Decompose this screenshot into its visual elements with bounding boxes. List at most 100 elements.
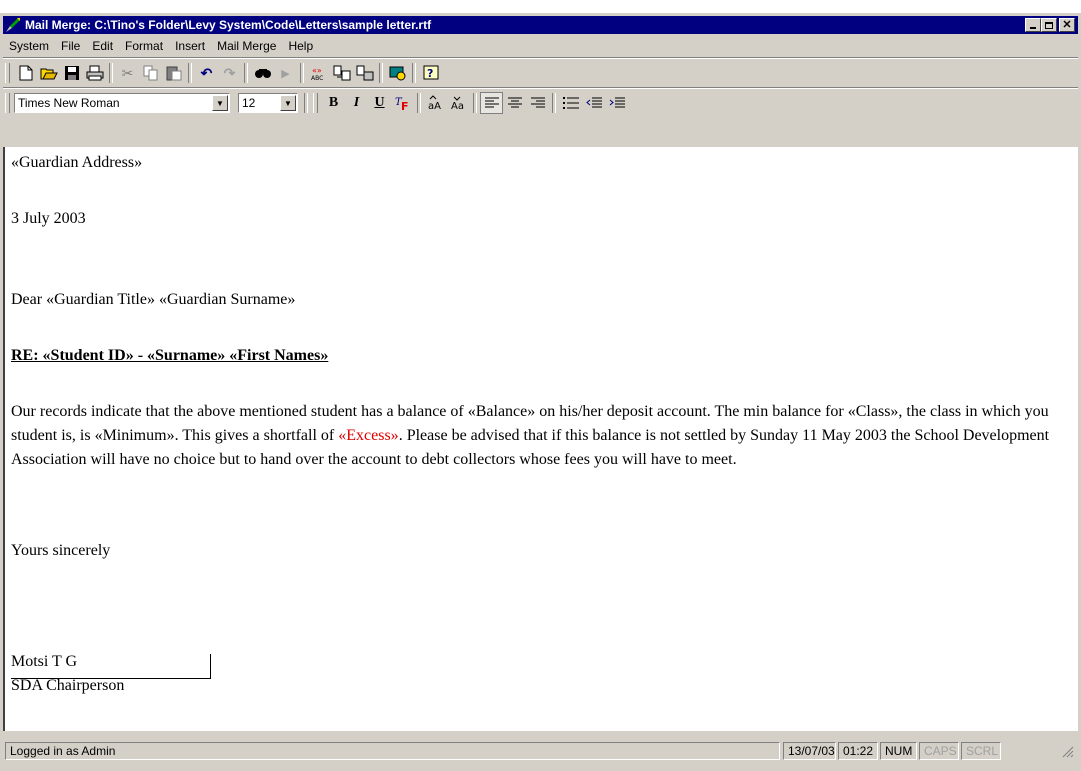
font-color-button[interactable]: TF bbox=[391, 92, 414, 114]
merge-field-button[interactable] bbox=[330, 62, 353, 84]
decrease-indent-button[interactable] bbox=[582, 92, 605, 114]
toolbar-grip[interactable] bbox=[5, 93, 10, 113]
document-editor[interactable]: «Guardian Address» 3 July 2003 Dear «Gua… bbox=[3, 147, 1078, 731]
size-dropdown-button[interactable]: ▼ bbox=[280, 95, 296, 111]
underline-icon: U bbox=[374, 95, 385, 110]
excess-field: «Excess» bbox=[338, 427, 399, 444]
menu-bar: System File Edit Format Insert Mail Merg… bbox=[3, 36, 319, 55]
bold-button[interactable]: B bbox=[322, 92, 345, 114]
status-num: NUM bbox=[880, 742, 917, 760]
menu-file[interactable]: File bbox=[55, 39, 86, 53]
signer-title: SDA Chairperson bbox=[11, 677, 125, 694]
copy-button[interactable] bbox=[139, 62, 162, 84]
paste-icon bbox=[166, 66, 181, 81]
superscript-icon: aA bbox=[428, 95, 441, 111]
open-icon bbox=[40, 68, 58, 80]
subscript-button[interactable]: Aa bbox=[447, 92, 470, 114]
redo-button[interactable]: ↷ bbox=[218, 62, 241, 84]
underline-button[interactable]: U bbox=[368, 92, 391, 114]
toolbar-separator bbox=[552, 93, 556, 113]
merge-all-button[interactable] bbox=[353, 62, 376, 84]
chevron-down-icon: ▼ bbox=[284, 98, 292, 108]
svg-text:?: ? bbox=[427, 67, 433, 80]
undo-icon: ↶ bbox=[200, 64, 213, 81]
svg-text:Aa: Aa bbox=[451, 101, 464, 111]
spell-icon: «»ABC bbox=[311, 66, 323, 81]
font-dropdown-button[interactable]: ▼ bbox=[212, 95, 228, 111]
superscript-button[interactable]: aA bbox=[424, 92, 447, 114]
find-icon bbox=[254, 69, 271, 78]
align-center-icon bbox=[507, 97, 522, 108]
maximize-icon bbox=[1045, 21, 1053, 29]
copy-icon bbox=[143, 65, 157, 81]
align-center-button[interactable] bbox=[503, 92, 526, 114]
increase-indent-button[interactable] bbox=[605, 92, 628, 114]
menu-system[interactable]: System bbox=[3, 39, 55, 53]
paste-button[interactable] bbox=[162, 62, 185, 84]
toolbar-grip[interactable] bbox=[5, 63, 10, 83]
menu-format[interactable]: Format bbox=[119, 39, 169, 53]
letter-body: Our records indicate that the above ment… bbox=[11, 400, 1051, 472]
undo-button[interactable]: ↶ bbox=[195, 62, 218, 84]
find-button[interactable] bbox=[251, 62, 274, 84]
svg-text:«»: «» bbox=[312, 66, 322, 75]
toolbar-separator-line bbox=[3, 87, 1078, 89]
salutation: Dear «Guardian Title» «Guardian Surname» bbox=[11, 291, 296, 308]
status-date: 13/07/03 bbox=[783, 742, 836, 760]
align-right-button[interactable] bbox=[526, 92, 549, 114]
open-button[interactable] bbox=[37, 62, 60, 84]
toolbar-separator bbox=[379, 63, 383, 83]
menu-help[interactable]: Help bbox=[282, 39, 319, 53]
status-time: 01:22 bbox=[838, 742, 878, 760]
subject-line: RE: «Student ID» - «Surname» «First Name… bbox=[11, 347, 329, 364]
title-bar[interactable]: Mail Merge: C:\Tino's Folder\Levy System… bbox=[3, 16, 1078, 34]
find-next-icon: ▶ bbox=[281, 67, 290, 80]
toolbar-separator bbox=[300, 63, 304, 83]
format-toolbar: Times New Roman ▼ 12 ▼ B I U TF aA Aa bbox=[3, 90, 628, 116]
new-icon bbox=[19, 65, 32, 81]
help-button[interactable]: ? bbox=[419, 62, 442, 84]
menu-mail-merge[interactable]: Mail Merge bbox=[211, 39, 282, 53]
merge-field-icon bbox=[333, 65, 350, 81]
italic-button[interactable]: I bbox=[345, 92, 368, 114]
size-grip-icon[interactable] bbox=[1062, 746, 1074, 758]
redo-icon: ↷ bbox=[223, 64, 236, 81]
window-title: Mail Merge: C:\Tino's Folder\Levy System… bbox=[25, 18, 432, 32]
signer-name: Motsi T G bbox=[11, 653, 78, 670]
letter-date: 3 July 2003 bbox=[11, 210, 86, 227]
toolbar-grip[interactable] bbox=[313, 93, 318, 113]
menu-separator bbox=[3, 57, 1078, 59]
insert-field-button[interactable]: «» ABC bbox=[307, 62, 330, 84]
font-size-select[interactable]: 12 ▼ bbox=[238, 93, 298, 113]
svg-text:ABC: ABC bbox=[311, 75, 323, 81]
svg-text:aA: aA bbox=[428, 101, 441, 111]
minimize-button[interactable] bbox=[1025, 18, 1041, 32]
new-button[interactable] bbox=[14, 62, 37, 84]
close-button[interactable]: ✕ bbox=[1059, 18, 1075, 32]
find-next-button[interactable]: ▶ bbox=[274, 62, 297, 84]
subscript-icon: Aa bbox=[451, 96, 464, 111]
svg-text:F: F bbox=[401, 100, 409, 111]
cut-button[interactable]: ✂ bbox=[116, 62, 139, 84]
status-caps: CAPS bbox=[919, 742, 959, 760]
save-icon bbox=[64, 66, 79, 80]
font-name-value: Times New Roman bbox=[18, 96, 120, 110]
preview-icon bbox=[389, 66, 405, 81]
toolbar-separator bbox=[417, 93, 421, 113]
bullets-button[interactable] bbox=[559, 92, 582, 114]
mail-merge-app-icon bbox=[6, 18, 20, 32]
menu-edit[interactable]: Edit bbox=[86, 39, 119, 53]
increase-indent-icon bbox=[609, 97, 625, 108]
preview-button[interactable] bbox=[386, 62, 409, 84]
status-scrl: SCRL bbox=[961, 742, 1001, 760]
save-button[interactable] bbox=[60, 62, 83, 84]
font-name-select[interactable]: Times New Roman ▼ bbox=[14, 93, 230, 113]
print-button[interactable] bbox=[83, 62, 106, 84]
menu-insert[interactable]: Insert bbox=[169, 39, 211, 53]
font-color-icon: TF bbox=[395, 97, 409, 111]
help-icon: ? bbox=[423, 65, 438, 80]
maximize-button[interactable] bbox=[1041, 18, 1057, 32]
guardian-address-field: «Guardian Address» bbox=[11, 154, 143, 171]
align-left-button[interactable] bbox=[480, 92, 503, 114]
status-user: Logged in as Admin bbox=[5, 742, 780, 760]
